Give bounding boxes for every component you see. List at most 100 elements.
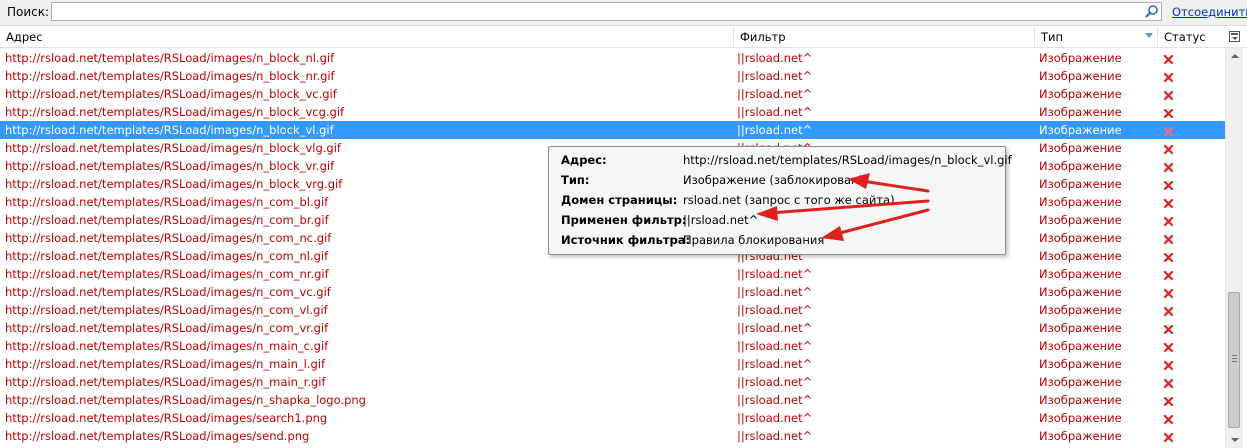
scrollbar-thumb[interactable] xyxy=(1228,292,1240,428)
row-status xyxy=(1163,67,1175,85)
row-filter: ||rsload.net^ xyxy=(737,123,813,137)
row-status xyxy=(1163,85,1175,103)
blocked-x-icon xyxy=(1163,72,1174,83)
grip-line xyxy=(1232,355,1237,356)
row-address: http://rsload.net/templates/RSLoad/image… xyxy=(5,303,328,317)
table-row[interactable]: http://rsload.net/templates/RSLoad/image… xyxy=(0,391,1225,409)
column-header-address[interactable]: Адрес xyxy=(0,27,734,47)
row-address: http://rsload.net/templates/RSLoad/image… xyxy=(5,267,329,281)
search-input[interactable] xyxy=(51,2,1162,21)
row-type: Изображение xyxy=(1039,375,1122,389)
row-address: http://rsload.net/templates/RSLoad/image… xyxy=(5,393,366,407)
row-filter: ||rsload.net^ xyxy=(737,267,813,281)
row-address: http://rsload.net/templates/RSLoad/image… xyxy=(5,87,337,101)
row-filter: ||rsload.net^ xyxy=(737,321,813,335)
blocked-x-icon xyxy=(1163,414,1174,425)
tooltip-source-value: Правила блокирования xyxy=(683,233,825,247)
row-type: Изображение xyxy=(1039,303,1122,317)
table-row[interactable]: http://rsload.net/templates/RSLoad/image… xyxy=(0,103,1225,121)
row-address: http://rsload.net/templates/RSLoad/image… xyxy=(5,285,331,299)
table-row[interactable]: http://rsload.net/templates/RSLoad/image… xyxy=(0,427,1225,445)
row-status xyxy=(1163,355,1175,373)
row-status xyxy=(1163,409,1175,427)
blocked-x-icon xyxy=(1163,162,1174,173)
row-status xyxy=(1163,103,1175,121)
table-row[interactable]: http://rsload.net/templates/RSLoad/image… xyxy=(0,319,1225,337)
grip-line xyxy=(1232,358,1237,359)
table-row[interactable]: http://rsload.net/templates/RSLoad/image… xyxy=(0,121,1225,139)
blocked-x-icon xyxy=(1163,270,1174,281)
row-type: Изображение xyxy=(1039,357,1122,371)
vertical-scrollbar[interactable] xyxy=(1225,48,1243,448)
tooltip-filter-value: ||rsload.net^ xyxy=(683,213,759,227)
table-row[interactable]: http://rsload.net/templates/RSLoad/image… xyxy=(0,355,1225,373)
grip-line xyxy=(1232,361,1237,362)
row-status xyxy=(1163,211,1175,229)
blocked-x-icon xyxy=(1163,396,1174,407)
row-status xyxy=(1163,49,1175,67)
blocked-x-icon xyxy=(1163,252,1174,263)
row-type: Изображение xyxy=(1039,267,1122,281)
blocked-x-icon xyxy=(1163,342,1174,353)
tooltip-type-label: Тип: xyxy=(561,173,590,187)
row-type: Изображение xyxy=(1039,411,1122,425)
row-type: Изображение xyxy=(1039,213,1122,227)
row-filter: ||rsload.net^ xyxy=(737,411,813,425)
row-status xyxy=(1163,301,1175,319)
row-filter: ||rsload.net^ xyxy=(737,393,813,407)
row-type: Изображение xyxy=(1039,87,1122,101)
table-row[interactable]: http://rsload.net/templates/RSLoad/image… xyxy=(0,85,1225,103)
row-address: http://rsload.net/templates/RSLoad/image… xyxy=(5,339,329,353)
scroll-down-arrow-icon[interactable] xyxy=(1226,431,1243,448)
search-bar: Поиск: Отсоединить xyxy=(0,0,1247,26)
row-type: Изображение xyxy=(1039,123,1122,137)
row-status xyxy=(1163,121,1175,139)
row-filter: ||rsload.net^ xyxy=(737,87,813,101)
tooltip-domain-label: Домен страницы: xyxy=(561,193,678,207)
blocked-x-icon xyxy=(1163,144,1174,155)
row-address: http://rsload.net/templates/RSLoad/image… xyxy=(5,357,326,371)
table-row[interactable]: http://rsload.net/templates/RSLoad/image… xyxy=(0,337,1225,355)
table-row[interactable]: http://rsload.net/templates/RSLoad/image… xyxy=(0,67,1225,85)
blocked-x-icon xyxy=(1163,306,1174,317)
row-address: http://rsload.net/templates/RSLoad/image… xyxy=(5,123,334,137)
disconnect-link[interactable]: Отсоединить xyxy=(1172,5,1247,19)
search-icon[interactable] xyxy=(1144,4,1160,20)
row-address: http://rsload.net/templates/RSLoad/image… xyxy=(5,321,329,335)
table-row[interactable]: http://rsload.net/templates/RSLoad/image… xyxy=(0,301,1225,319)
column-header-status[interactable]: Статус xyxy=(1158,27,1225,47)
row-status xyxy=(1163,265,1175,283)
table-row[interactable]: http://rsload.net/templates/RSLoad/image… xyxy=(0,409,1225,427)
row-type: Изображение xyxy=(1039,321,1122,335)
row-status xyxy=(1163,283,1175,301)
blocked-x-icon xyxy=(1163,108,1174,119)
column-header-filter[interactable]: Фильтр xyxy=(734,27,1035,47)
tooltip-filter-label: Применен фильтр: xyxy=(561,213,687,227)
table-header: Адрес Фильтр Тип Статус xyxy=(0,27,1247,48)
blocked-x-icon xyxy=(1163,324,1174,335)
row-type: Изображение xyxy=(1039,159,1122,173)
row-type: Изображение xyxy=(1039,69,1122,83)
request-details-tooltip: Адрес: http://rsload.net/templates/RSLoa… xyxy=(548,146,1012,255)
table-row[interactable]: http://rsload.net/templates/RSLoad/image… xyxy=(0,283,1225,301)
row-status xyxy=(1163,391,1175,409)
row-status xyxy=(1163,229,1175,247)
row-address: http://rsload.net/templates/RSLoad/image… xyxy=(5,429,310,443)
blocked-x-icon xyxy=(1163,360,1174,371)
row-status xyxy=(1163,337,1175,355)
row-type: Изображение xyxy=(1039,105,1122,119)
column-header-type[interactable]: Тип xyxy=(1035,27,1158,47)
table-row[interactable]: http://rsload.net/templates/RSLoad/image… xyxy=(0,49,1225,67)
table-row[interactable]: http://rsload.net/templates/RSLoad/image… xyxy=(0,373,1225,391)
table-row[interactable]: http://rsload.net/templates/RSLoad/image… xyxy=(0,265,1225,283)
column-chooser-icon[interactable] xyxy=(1229,31,1240,42)
sort-descending-icon xyxy=(1145,33,1153,38)
row-type: Изображение xyxy=(1039,429,1122,443)
row-type: Изображение xyxy=(1039,339,1122,353)
row-status xyxy=(1163,319,1175,337)
row-status xyxy=(1163,373,1175,391)
row-address: http://rsload.net/templates/RSLoad/image… xyxy=(5,105,345,119)
row-type: Изображение xyxy=(1039,285,1122,299)
scroll-up-arrow-icon[interactable] xyxy=(1226,48,1243,65)
blocked-x-icon xyxy=(1163,198,1174,209)
